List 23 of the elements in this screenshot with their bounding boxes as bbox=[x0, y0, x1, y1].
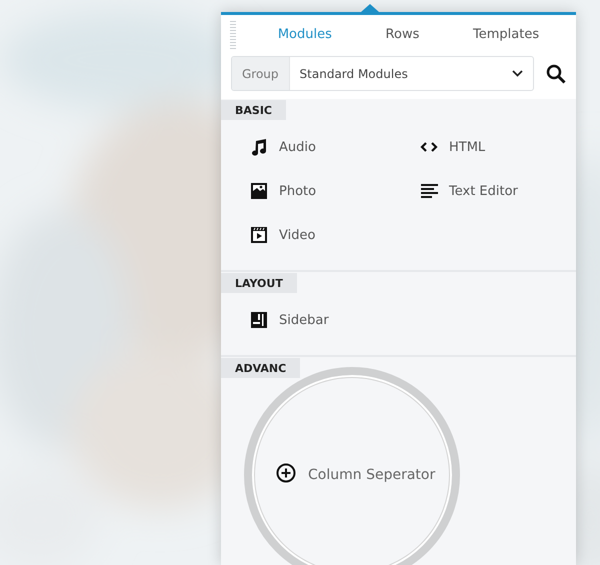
layout-blocks-icon bbox=[250, 311, 268, 329]
plus-circle-icon bbox=[276, 463, 296, 483]
tab[interactable]: Modules bbox=[272, 25, 338, 44]
section-heading: LAYOUT bbox=[221, 273, 297, 293]
section-heading: BASIC bbox=[221, 100, 286, 120]
module-item[interactable]: Audio bbox=[279, 140, 316, 154]
module-item[interactable]: Column Seperator bbox=[308, 467, 436, 483]
module-item[interactable]: HTML bbox=[449, 140, 486, 154]
video-clip-icon bbox=[250, 226, 268, 244]
code-icon bbox=[420, 141, 438, 153]
section-heading: ADVANC bbox=[221, 358, 300, 378]
chevron-down-icon bbox=[512, 70, 523, 77]
search-icon[interactable] bbox=[546, 64, 566, 84]
module-item[interactable]: Sidebar bbox=[279, 312, 329, 328]
group-select[interactable]: Group Standard Modules bbox=[231, 56, 534, 91]
module-item[interactable]: Text Editor bbox=[449, 184, 518, 198]
module-item[interactable]: Video bbox=[279, 228, 316, 242]
text-lines-icon bbox=[420, 184, 438, 198]
tab[interactable]: Rows bbox=[380, 25, 426, 44]
music-note-icon bbox=[250, 138, 268, 156]
image-icon bbox=[250, 182, 268, 200]
module-item[interactable]: Photo bbox=[279, 184, 316, 198]
tab[interactable]: Templates bbox=[467, 25, 546, 44]
